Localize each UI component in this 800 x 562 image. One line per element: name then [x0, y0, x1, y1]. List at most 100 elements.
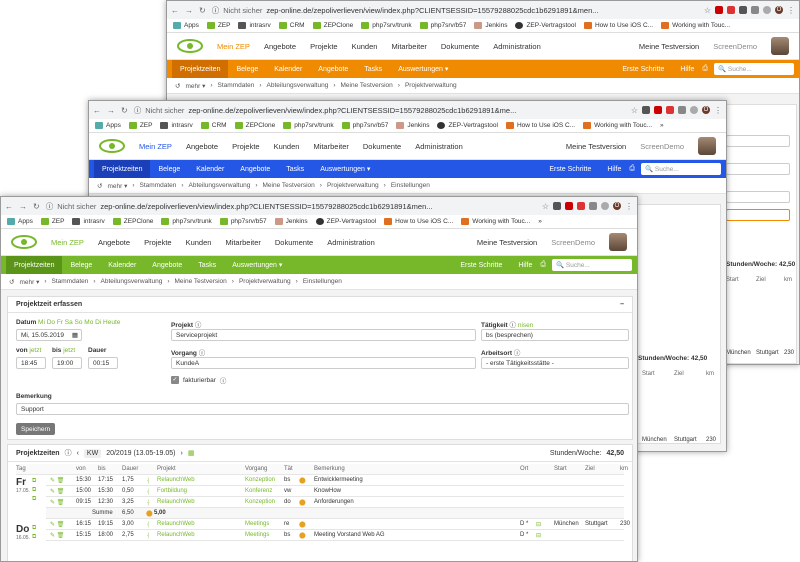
arbeitsort-field[interactable]: - erste Tätigkeitsstätte - — [481, 357, 629, 369]
bis-field[interactable]: 19:00 — [52, 357, 82, 369]
bookmark[interactable]: Apps — [173, 22, 199, 29]
nav-auswertungen[interactable]: Auswertungen ▾ — [224, 256, 290, 274]
crumb-more[interactable]: mehr ▾ — [19, 278, 39, 286]
bemerkung-field[interactable]: Support — [16, 403, 629, 415]
chevron-right-icon[interactable]: › — [180, 450, 182, 457]
bookmark[interactable]: Working with Touc... — [583, 122, 652, 129]
projekt-field[interactable]: Serviceprojekt — [171, 329, 476, 341]
nav-hilfe[interactable]: Hilfe — [672, 60, 702, 78]
edit-icon[interactable]: ✎ 🗑 — [50, 488, 64, 495]
menu-projekte[interactable]: Projekte — [232, 142, 260, 151]
reload-icon[interactable]: ↻ — [199, 6, 206, 15]
nav-angebote[interactable]: Angebote — [310, 60, 356, 78]
adblock-icon[interactable] — [565, 202, 573, 210]
bookmark[interactable]: php7srv/trunk — [361, 22, 412, 29]
menu-dokumente[interactable]: Dokumente — [363, 142, 401, 151]
save-button[interactable]: Speichern — [16, 423, 56, 435]
menu-kunden[interactable]: Kunden — [274, 142, 300, 151]
extension-icon[interactable] — [589, 202, 597, 210]
back-icon[interactable]: ← — [5, 202, 13, 211]
bookmark[interactable]: How to Use iOS C... — [583, 22, 653, 29]
bg-field[interactable] — [726, 191, 790, 203]
forward-icon[interactable]: → — [185, 6, 193, 15]
print-icon[interactable]: ⎙ — [540, 261, 546, 269]
forward-icon[interactable]: → — [19, 202, 27, 211]
menu-mein-zep[interactable]: Mein ZEP — [51, 238, 84, 247]
nav-hilfe[interactable]: Hilfe — [510, 256, 540, 274]
nav-angebote[interactable]: Angebote — [144, 256, 190, 274]
help-icon[interactable]: ⓘ — [65, 448, 72, 458]
crumb[interactable]: Meine Testversion — [341, 82, 393, 89]
menu-dots-icon[interactable]: ⋮ — [714, 106, 722, 115]
dauer-field[interactable]: 00:15 — [88, 357, 118, 369]
profile-avatar[interactable]: O — [702, 106, 710, 114]
extension-icon[interactable] — [666, 106, 674, 114]
nav-tasks[interactable]: Tasks — [190, 256, 224, 274]
bookmark[interactable]: Apps — [95, 122, 121, 129]
history-icon[interactable]: ↺ — [9, 278, 14, 286]
menu-kunden[interactable]: Kunden — [352, 42, 378, 51]
search-input[interactable]: 🔍 Suche... — [552, 259, 632, 271]
crumb[interactable]: Stammdaten — [218, 82, 255, 89]
day-actions[interactable]: ⧉ ⧉ ⧉ — [32, 477, 42, 504]
nav-belege[interactable]: Belege — [62, 256, 100, 274]
datum-field[interactable]: Mi, 15.05.2019 ▦ — [16, 329, 82, 341]
menu-angebote[interactable]: Angebote — [264, 42, 296, 51]
print-icon[interactable]: ⎙ — [702, 65, 708, 73]
avatar[interactable] — [609, 233, 627, 251]
menu-mein-zep[interactable]: Mein ZEP — [217, 42, 250, 51]
crumb-more[interactable]: mehr ▾ — [107, 182, 127, 190]
back-icon[interactable]: ← — [93, 106, 101, 115]
vorgang-field[interactable]: KundeA — [171, 357, 476, 369]
adblock-icon[interactable] — [654, 106, 662, 114]
bookmark[interactable]: php7srv/b57 — [219, 218, 267, 225]
extension-icon[interactable] — [577, 202, 585, 210]
back-icon[interactable]: ← — [171, 6, 179, 15]
menu-mein-zep[interactable]: Mein ZEP — [139, 142, 172, 151]
menu-projekte[interactable]: Projekte — [144, 238, 172, 247]
bookmark[interactable]: ZEP — [128, 122, 152, 129]
extension-icon[interactable] — [763, 6, 771, 14]
edit-icon[interactable]: ✎ 🗑 — [50, 521, 64, 528]
bookmark[interactable]: intrasrv — [160, 122, 193, 129]
day-shortcuts[interactable]: Mi Do Fr Sa So Mo Di Heute — [38, 319, 120, 326]
nav-tasks[interactable]: Tasks — [356, 60, 390, 78]
nav-angebote[interactable]: Angebote — [232, 160, 278, 178]
bookmarks-more[interactable]: » — [538, 218, 542, 225]
menu-administration[interactable]: Administration — [493, 42, 541, 51]
crumb[interactable]: Meine Testversion — [263, 182, 315, 189]
bg-field[interactable] — [726, 163, 790, 175]
bookmark[interactable]: How to Use iOS C... — [384, 218, 453, 225]
profile-avatar[interactable]: O — [613, 202, 621, 210]
history-icon[interactable]: ↺ — [175, 82, 180, 90]
taetigkeit-link[interactable]: nisen — [518, 322, 534, 329]
bookmark[interactable]: ZEPClone — [234, 122, 275, 129]
bookmark[interactable]: ZEPClone — [112, 218, 153, 225]
nav-projektzeiten[interactable]: Projektzeiten — [6, 256, 63, 274]
zep-logo[interactable] — [177, 38, 203, 54]
extension-icon[interactable] — [690, 106, 698, 114]
kw-badge[interactable]: KW — [83, 448, 102, 458]
extension-icon[interactable] — [751, 6, 759, 14]
bookmark[interactable]: php7srv/b57 — [419, 22, 466, 29]
nav-projektzeiten[interactable]: Projektzeiten — [172, 60, 229, 78]
crumb[interactable]: Abteilungsverwaltung — [101, 278, 163, 285]
url-field[interactable]: ⓘ Nicht sicher zep-online.de/zepoliverli… — [46, 201, 536, 212]
url-field[interactable]: ⓘ Nicht sicher zep-online.de/zepoliverli… — [134, 105, 625, 116]
menu-dots-icon[interactable]: ⋮ — [625, 202, 633, 211]
menu-dots-icon[interactable]: ⋮ — [787, 6, 795, 15]
extension-icon[interactable] — [601, 202, 609, 210]
bookmark[interactable]: ZEP-Vertragstool — [315, 218, 376, 225]
bookmark[interactable]: How to Use iOS C... — [505, 122, 575, 129]
menu-mitarbeiter[interactable]: Mitarbeiter — [225, 238, 260, 247]
bookmark[interactable]: php7srv/trunk — [161, 218, 212, 225]
menu-angebote[interactable]: Angebote — [98, 238, 130, 247]
table-row[interactable]: ✎ 🗑 16:15 19:15 3,00 ⸡ RelaunchWeb Meetings re… — [46, 519, 630, 530]
nav-erste-schritte[interactable]: Erste Schritte — [452, 256, 510, 274]
extension-icon[interactable] — [739, 6, 747, 14]
menu-angebote[interactable]: Angebote — [186, 142, 218, 151]
history-icon[interactable]: ↺ — [97, 182, 102, 190]
menu-mitarbeiter[interactable]: Mitarbeiter — [391, 42, 426, 51]
menu-dokumente[interactable]: Dokumente — [441, 42, 479, 51]
bookmark[interactable]: Jenkins — [274, 218, 308, 225]
